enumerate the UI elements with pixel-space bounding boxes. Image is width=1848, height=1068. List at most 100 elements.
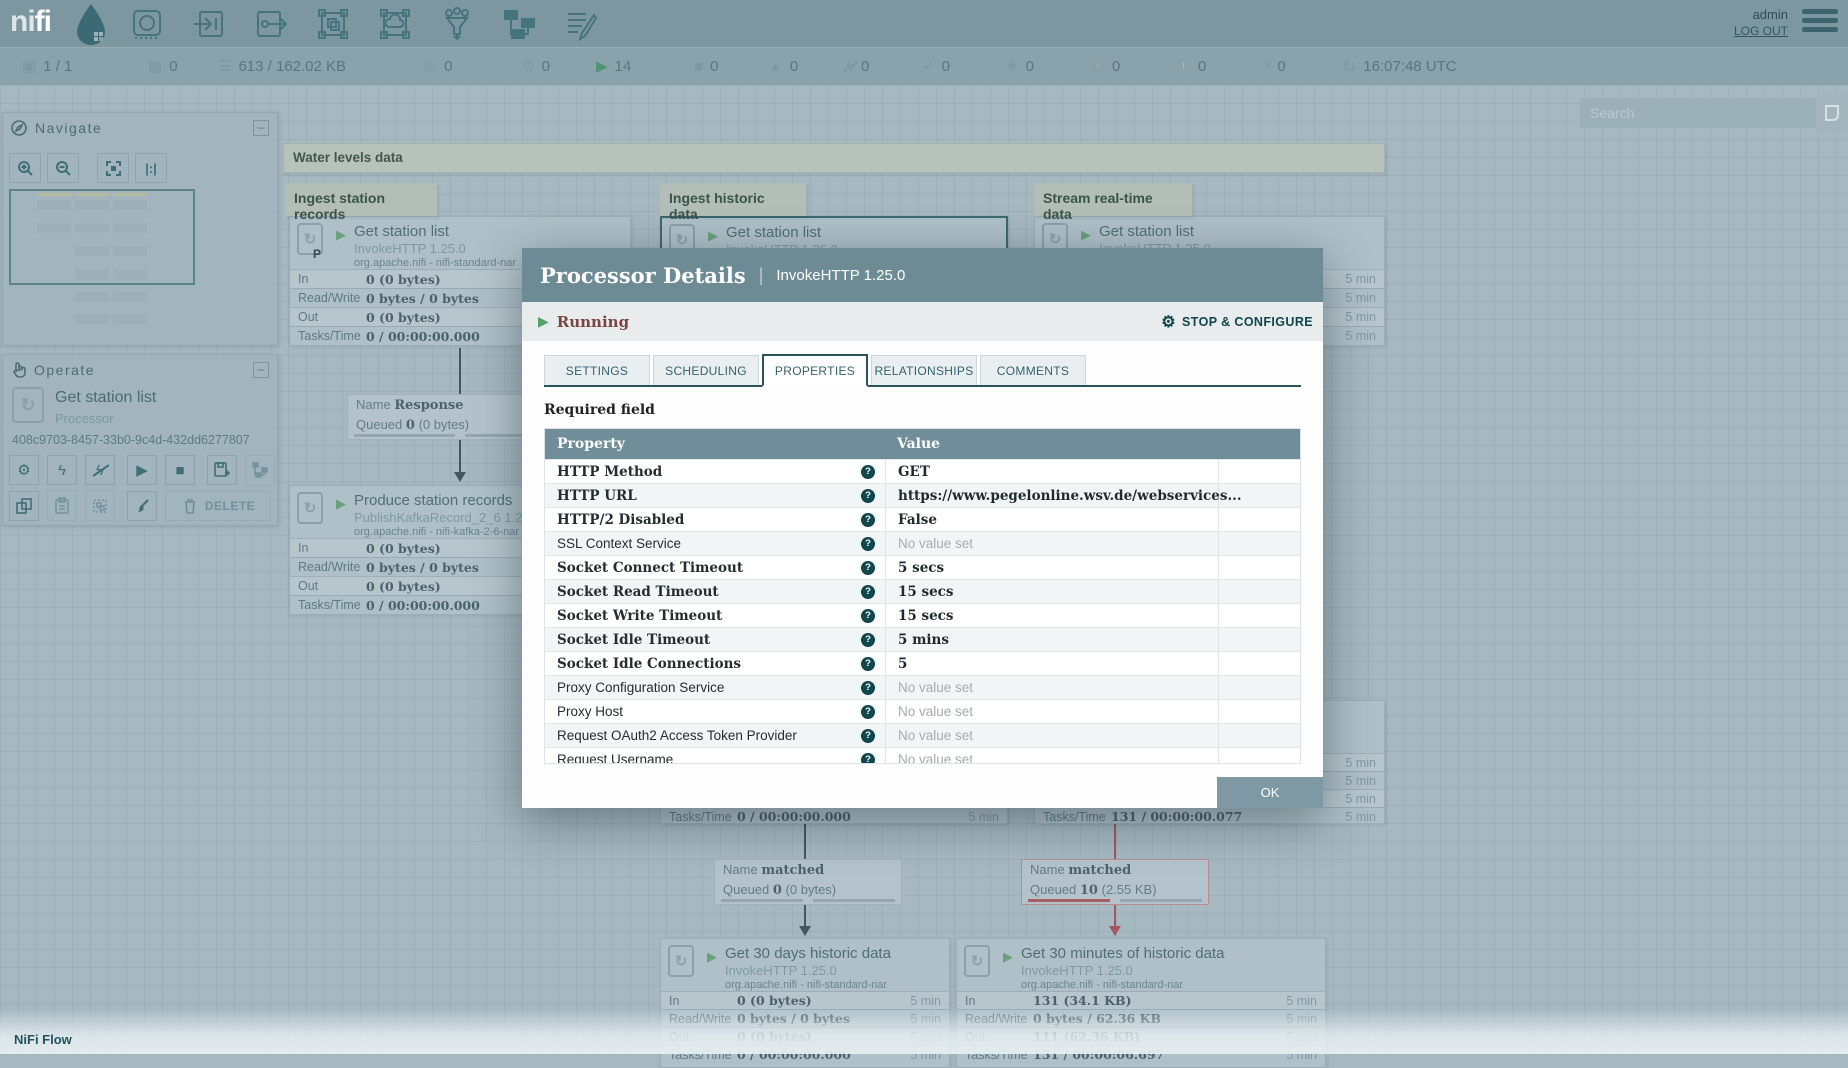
configure-button[interactable]: ⚙ [9, 455, 39, 485]
group-button[interactable] [85, 491, 115, 521]
stat-label: In [669, 993, 680, 1008]
stop-button[interactable]: ■ [165, 455, 195, 485]
property-row[interactable]: Socket Idle Connections? 5 [545, 651, 1300, 675]
connection-label-matched-2[interactable]: Name matched Queued 10 (2.55 KB) [1021, 859, 1209, 905]
help-icon[interactable]: ? [861, 512, 875, 527]
help-icon[interactable]: ? [861, 680, 875, 695]
change-color-button[interactable] [127, 491, 157, 521]
status-running-count: ▶ 14 [596, 57, 632, 75]
navigate-header[interactable]: Navigate – [3, 113, 277, 143]
connection-label-matched-1[interactable]: Name matched Queued 0 (0 bytes) [714, 859, 902, 905]
backpressure-bars [721, 899, 895, 902]
canvas-label-ingest-station-records[interactable]: Ingest station records [285, 183, 437, 222]
dialog-subtitle: InvokeHTTP 1.25.0 [776, 266, 906, 284]
stat-window: 5 min [1345, 310, 1376, 324]
help-icon[interactable]: ? [861, 752, 875, 763]
canvas-label-text: Water levels data [293, 150, 403, 165]
processor-bundle: org.apache.nifi - nifi-standard-nar [354, 257, 517, 269]
zoom-actual-size-button[interactable]: |:| [135, 153, 167, 183]
ok-button[interactable]: OK [1217, 777, 1323, 808]
enable-button[interactable]: ϟ [47, 455, 77, 485]
drag-template-icon[interactable] [502, 7, 536, 41]
app-header: nifi admin LOG OUT [0, 0, 1848, 47]
current-user: admin [1752, 7, 1788, 22]
help-icon[interactable]: ? [861, 704, 875, 719]
property-name: Socket Read Timeout [557, 583, 719, 600]
invalid-icon: ▲ [768, 57, 783, 75]
tab-settings[interactable]: SETTINGS [544, 355, 650, 385]
zoom-out-button[interactable] [47, 153, 79, 183]
tab-properties[interactable]: PROPERTIES [762, 354, 868, 387]
help-icon[interactable]: ? [861, 632, 875, 647]
drag-funnel-icon[interactable] [440, 7, 474, 41]
canvas-label-ingest-historic-data[interactable]: Ingest historic data [660, 183, 806, 222]
collapse-navigate-button[interactable]: – [253, 120, 269, 136]
stat-value: 131 (34.1 KB) [1033, 993, 1132, 1008]
property-row[interactable]: HTTP/2 Disabled? False [545, 507, 1300, 531]
bulletin-board-button[interactable] [1816, 94, 1848, 132]
property-row[interactable]: Socket Connect Timeout? 5 secs [545, 555, 1300, 579]
property-row[interactable]: HTTP Method? GET [545, 459, 1300, 483]
stop-and-configure-button[interactable]: ⚙ STOP & CONFIGURE [1161, 312, 1313, 332]
running-status-icon: ▶ [336, 227, 346, 242]
disable-button[interactable]: ϟ [85, 455, 115, 485]
property-row[interactable]: SSL Context Service? No value set [545, 531, 1300, 555]
tab-scheduling[interactable]: SCHEDULING [653, 355, 759, 385]
operate-header[interactable]: Operate – [3, 355, 277, 385]
drag-output-port-icon[interactable] [254, 7, 288, 41]
connection-line[interactable] [459, 348, 461, 395]
delete-button[interactable]: DELETE [165, 491, 271, 521]
start-button[interactable]: ▶ [127, 455, 157, 485]
property-name: Socket Idle Timeout [557, 631, 711, 648]
help-icon[interactable]: ? [861, 488, 875, 503]
processor-icon: ↻ [964, 945, 990, 977]
global-menu-icon[interactable] [1802, 9, 1838, 36]
paste-button[interactable] [47, 491, 77, 521]
create-template-button[interactable] [207, 455, 237, 485]
canvas-label-stream-real-time-data[interactable]: Stream real-time data [1034, 183, 1192, 222]
connection-arrowhead [1109, 926, 1121, 936]
processor-name: Get station list [354, 223, 450, 240]
drag-input-port-icon[interactable] [192, 7, 226, 41]
connection-arrowhead [799, 926, 811, 936]
drag-remote-process-group-icon[interactable] [378, 7, 412, 41]
property-row[interactable]: Request OAuth2 Access Token Provider? No … [545, 723, 1300, 747]
property-row[interactable]: Socket Write Timeout? 15 secs [545, 603, 1300, 627]
stat-label: Out [298, 310, 319, 324]
help-icon[interactable]: ? [861, 560, 875, 575]
help-icon[interactable]: ? [861, 536, 875, 551]
property-row[interactable]: Request Username? No value set [545, 747, 1300, 763]
connection-line[interactable] [459, 440, 461, 472]
property-row[interactable]: Proxy Host? No value set [545, 699, 1300, 723]
logout-link[interactable]: LOG OUT [1648, 24, 1788, 38]
refresh-icon[interactable]: ↻ [1342, 58, 1356, 75]
help-icon[interactable]: ? [861, 728, 875, 743]
drag-label-icon[interactable] [564, 7, 598, 42]
property-row[interactable]: HTTP URL? https://www.pegelonline.wsv.de/… [545, 483, 1300, 507]
help-icon[interactable]: ? [861, 656, 875, 671]
help-icon[interactable]: ? [861, 464, 875, 479]
drag-process-group-icon[interactable] [316, 7, 350, 41]
connection-arrowhead [454, 472, 466, 482]
canvas-label-water-levels[interactable]: Water levels data [283, 143, 1385, 173]
zoom-in-button[interactable] [9, 153, 41, 183]
stat-window: 5 min [1345, 755, 1376, 770]
up-to-date-icon: ✓ [922, 57, 935, 75]
tab-comments[interactable]: COMMENTS [980, 355, 1086, 385]
breadcrumb[interactable]: NiFi Flow [14, 1032, 72, 1047]
collapse-operate-button[interactable]: – [253, 362, 269, 378]
running-status-label: Running [556, 312, 630, 331]
drag-processor-icon[interactable] [130, 7, 164, 41]
help-icon[interactable]: ? [861, 584, 875, 599]
property-name: Socket Connect Timeout [557, 559, 744, 576]
property-row[interactable]: Socket Idle Timeout? 5 mins [545, 627, 1300, 651]
zoom-fit-button[interactable] [97, 153, 129, 183]
help-icon[interactable]: ? [861, 608, 875, 623]
upload-template-button[interactable] [245, 455, 275, 485]
property-row[interactable]: Socket Read Timeout? 15 secs [545, 579, 1300, 603]
table-body[interactable]: HTTP Method? GET HTTP URL? https://www.peg… [545, 459, 1300, 763]
tab-relationships[interactable]: RELATIONSHIPS [871, 355, 977, 385]
search-input[interactable] [1580, 98, 1816, 128]
copy-button[interactable] [9, 491, 39, 521]
property-row[interactable]: Proxy Configuration Service? No value set [545, 675, 1300, 699]
